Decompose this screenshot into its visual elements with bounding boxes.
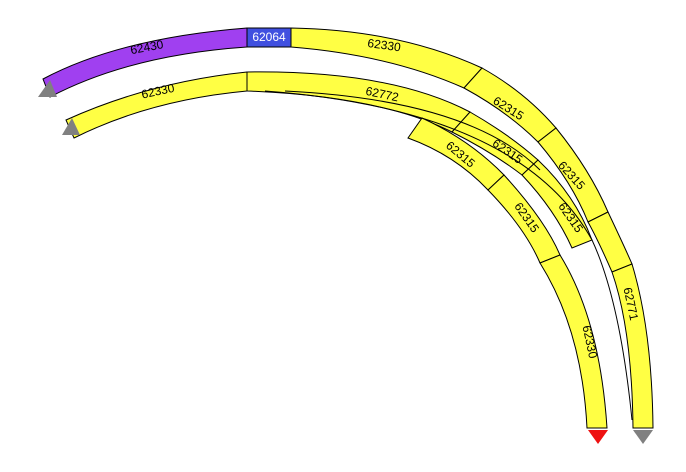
red-triangle-icon xyxy=(588,430,608,444)
track-piece-62315-outer-3[interactable] xyxy=(587,211,633,273)
track-layout-diagram: 62430 62064 62330 62315 62315 62315 6277… xyxy=(38,27,654,444)
track-piece-62330-inner-top[interactable] xyxy=(65,71,248,139)
label-62064: 62064 xyxy=(252,30,286,44)
gray-triangle-icon xyxy=(633,430,653,444)
